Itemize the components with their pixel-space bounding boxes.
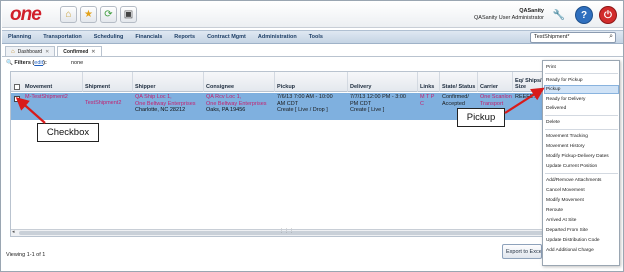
callout-arrows	[15, 87, 545, 124]
checkbox-arrow	[15, 97, 46, 124]
app-window: one ⌂ ★ ⟳ ▣ QASanity QASanity User Admin…	[0, 0, 624, 272]
pickup-arrow	[504, 87, 545, 114]
